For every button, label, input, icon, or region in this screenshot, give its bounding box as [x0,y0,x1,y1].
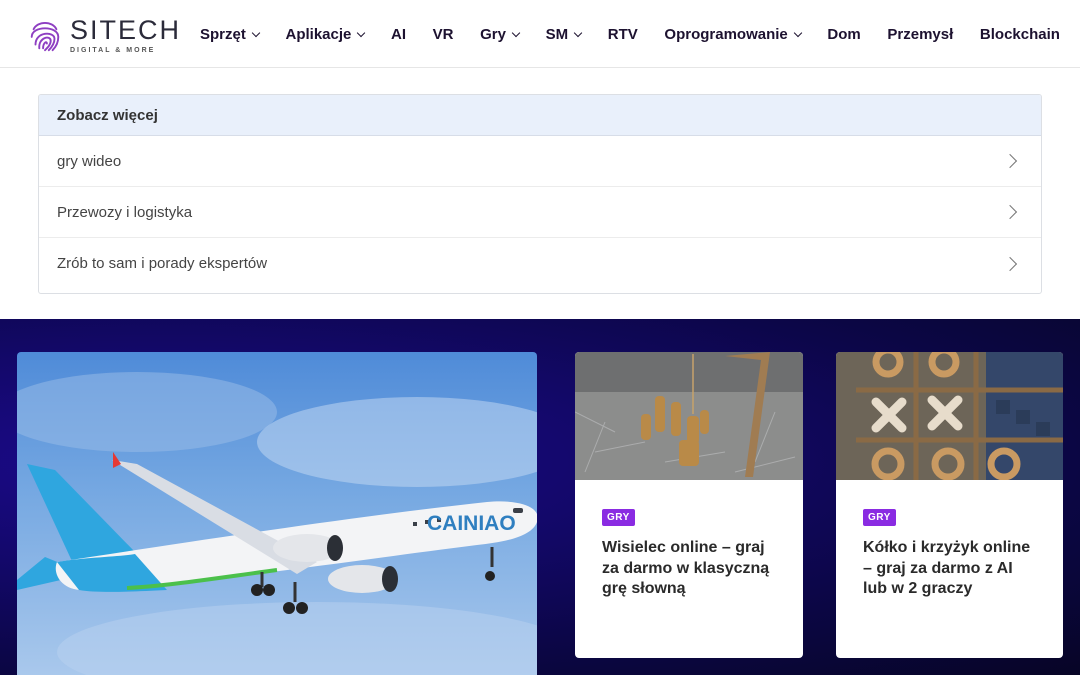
airplane-photo: CAINIAO [17,372,537,675]
nav-label: Oprogramowanie [664,25,788,43]
nav-item-przemysl[interactable]: Przemysł [887,26,953,43]
livery-text: CAINIAO [427,512,516,535]
main-nav: Sprzęt Aplikacje AI VR Gry SM RTV Oprogr… [200,0,1060,68]
see-more-item-label: Zrób to sam i porady ekspertów [57,255,268,272]
article-title[interactable]: Kółko i krzyżyk online – graj za darmo z… [863,538,1036,600]
nav-item-aplikacje[interactable]: Aplikacje [285,25,366,43]
hero-article-image[interactable]: CAINIAO [17,352,537,675]
brand-name: SITECH [70,14,182,45]
tic-tac-toe-photo [836,352,1063,480]
chevron-right-icon [1002,256,1018,271]
chevron-right-icon [1002,153,1018,169]
card-image [575,352,803,480]
nav-label: Dom [827,25,861,43]
chevron-down-icon [357,28,366,37]
nav-label: RTV [607,25,638,43]
nav-item-sprzet[interactable]: Sprzęt [200,25,261,43]
hangman-chess-photo [575,352,803,480]
see-more-item[interactable]: Zrób to sam i porady ekspertów [39,238,1041,289]
chevron-down-icon [251,28,261,37]
see-more-item[interactable]: Przewozy i logistyka [39,187,1041,238]
nav-label: Gry [480,25,506,43]
article-card[interactable]: GRY Kółko i krzyżyk online – graj za dar… [836,352,1063,658]
nav-label: SM [545,25,569,43]
nav-label: Aplikacje [285,25,352,43]
nav-item-rtv[interactable]: RTV [608,26,638,43]
nav-label: VR [432,25,454,43]
nav-label: AI [391,25,406,43]
site-header: SITECH DIGITAL & MORE Sprzęt Aplikacje A… [0,0,1080,68]
see-more-box: Zobacz więcej gry wideo Przewozy i logis… [38,94,1042,294]
logo-text: SITECH DIGITAL & MORE [70,14,182,54]
article-title[interactable]: Wisielec online – graj za darmo w klasyc… [602,538,776,600]
category-badge[interactable]: GRY [602,509,635,526]
nav-item-blockchain[interactable]: Blockchain [980,26,1060,43]
nav-item-dom[interactable]: Dom [827,26,860,43]
article-card[interactable]: GRY Wisielec online – graj za darmo w kl… [575,352,803,658]
chevron-down-icon [511,28,521,37]
see-more-item[interactable]: gry wideo [39,136,1041,187]
nav-label: Sprzęt [200,25,246,43]
see-more-item-label: Przewozy i logistyka [57,203,193,221]
card-image [836,352,1063,480]
nav-label: Blockchain [979,25,1060,43]
nav-item-gry[interactable]: Gry [480,25,521,43]
nav-item-oprogramowanie[interactable]: Oprogramowanie [664,25,803,43]
nav-item-vr[interactable]: VR [433,26,454,43]
nav-item-sm[interactable]: SM [545,25,583,43]
chevron-down-icon [793,28,803,37]
chevron-right-icon [1002,204,1018,220]
nav-item-ai[interactable]: AI [391,26,406,43]
nav-label: Przemysł [887,25,954,43]
fingerprint-icon [30,21,60,52]
chevron-down-icon [573,28,583,37]
category-badge[interactable]: GRY [863,509,896,526]
brand-tagline: DIGITAL & MORE [70,46,156,54]
site-logo[interactable]: SITECH DIGITAL & MORE [26,14,186,56]
see-more-item-label: gry wideo [57,152,122,170]
see-more-title: Zobacz więcej [39,95,1041,136]
